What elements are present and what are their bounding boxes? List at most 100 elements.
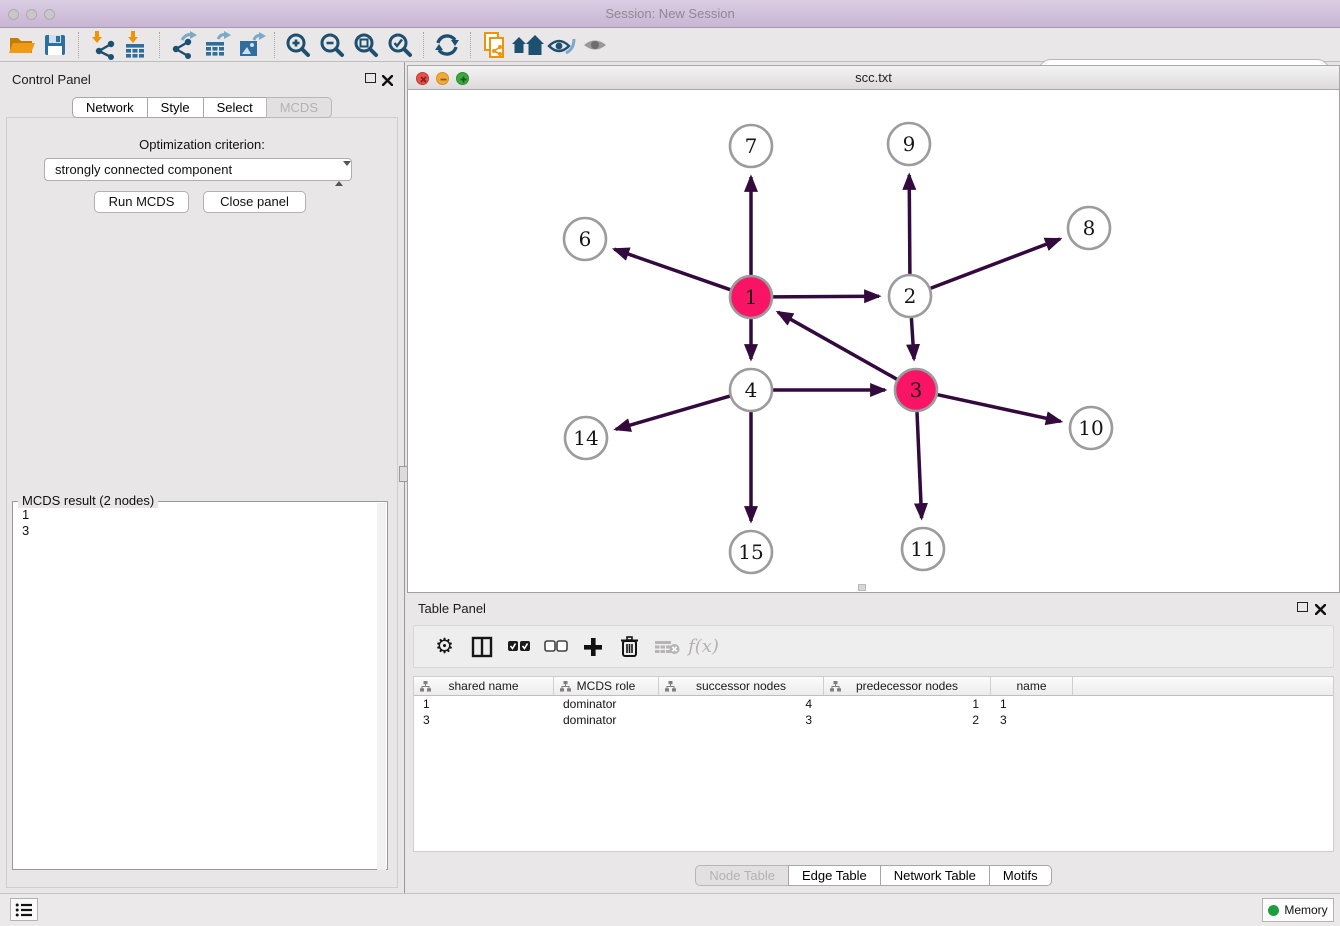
column-header-shared-name[interactable]: shared name bbox=[414, 677, 554, 695]
graph-edge-2-3[interactable] bbox=[911, 318, 914, 359]
graph-edge-2-8[interactable] bbox=[931, 239, 1060, 288]
select-all-button[interactable] bbox=[500, 630, 537, 664]
column-header-successor-nodes[interactable]: successor nodes bbox=[659, 677, 824, 695]
table-cell bbox=[1073, 696, 1333, 712]
tab-motifs[interactable]: Motifs bbox=[989, 865, 1052, 886]
graph-node-4[interactable]: 4 bbox=[730, 369, 772, 411]
graph-node-8[interactable]: 8 bbox=[1068, 207, 1110, 249]
graph-node-3[interactable]: 3 bbox=[895, 369, 937, 411]
table-row[interactable]: 1dominator411 bbox=[414, 696, 1333, 712]
toolbar-separator bbox=[274, 32, 275, 58]
close-table-panel-icon[interactable] bbox=[1315, 602, 1326, 620]
float-table-panel-icon[interactable] bbox=[1297, 602, 1308, 612]
hierarchy-icon bbox=[420, 681, 431, 692]
zoom-fit-button[interactable] bbox=[349, 30, 383, 60]
zoom-out-button[interactable] bbox=[315, 30, 349, 60]
minimize-network-icon[interactable] bbox=[436, 72, 449, 85]
run-mcds-button[interactable]: Run MCDS bbox=[94, 191, 189, 213]
show-all-button[interactable] bbox=[579, 30, 613, 60]
deselect-all-button[interactable] bbox=[537, 630, 574, 664]
column-header-predecessor-nodes[interactable]: predecessor nodes bbox=[824, 677, 991, 695]
graph-edge-1-6[interactable] bbox=[614, 249, 730, 290]
add-row-button[interactable] bbox=[574, 630, 611, 664]
open-session-button[interactable] bbox=[4, 30, 38, 60]
graph-edge-3-10[interactable] bbox=[938, 395, 1061, 422]
zoom-in-button[interactable] bbox=[281, 30, 315, 60]
delete-row-button[interactable] bbox=[611, 630, 648, 664]
tab-select[interactable]: Select bbox=[203, 97, 267, 118]
canvas-splitter-grip[interactable] bbox=[858, 584, 866, 591]
task-history-button[interactable] bbox=[10, 898, 38, 921]
graph-node-10[interactable]: 10 bbox=[1070, 407, 1112, 449]
tab-network-table[interactable]: Network Table bbox=[880, 865, 990, 886]
graph-node-11[interactable]: 11 bbox=[902, 528, 944, 570]
table-settings-button[interactable]: ⚙ bbox=[426, 630, 463, 664]
memory-button[interactable]: Memory bbox=[1262, 898, 1334, 922]
graph-edge-1-2[interactable] bbox=[773, 296, 879, 297]
refresh-button[interactable] bbox=[430, 30, 464, 60]
import-network-button[interactable] bbox=[85, 30, 119, 60]
tab-network[interactable]: Network bbox=[72, 97, 148, 118]
table-row[interactable]: 3dominator323 bbox=[414, 712, 1333, 728]
network-canvas[interactable]: 7 9 6 8 1 2 4 3 14 10 15 11 bbox=[407, 90, 1340, 593]
graph-node-label: 8 bbox=[1083, 216, 1096, 240]
table-cell: 1 bbox=[414, 696, 554, 712]
unchecked-boxes-icon bbox=[544, 640, 568, 653]
graph-edge-4-14[interactable] bbox=[616, 396, 730, 429]
hide-selected-button[interactable] bbox=[545, 30, 579, 60]
plus-icon bbox=[583, 637, 603, 657]
graph-node-6[interactable]: 6 bbox=[564, 218, 606, 260]
import-table-button[interactable] bbox=[119, 30, 153, 60]
graph-edge-3-1[interactable] bbox=[778, 312, 897, 379]
tab-mcds[interactable]: MCDS bbox=[266, 97, 332, 118]
graph-edge-2-9[interactable] bbox=[909, 175, 910, 274]
close-panel-icon[interactable] bbox=[382, 73, 393, 91]
column-header-mcds-role[interactable]: MCDS role bbox=[554, 677, 659, 695]
copy-network-button[interactable] bbox=[477, 30, 511, 60]
zoom-window-icon[interactable] bbox=[44, 9, 55, 20]
zoom-in-icon bbox=[283, 30, 313, 60]
network-titlebar: scc.txt bbox=[407, 65, 1340, 90]
export-table-button[interactable] bbox=[200, 30, 234, 60]
network-graph: 7 9 6 8 1 2 4 3 14 10 15 11 bbox=[408, 90, 1339, 591]
table-body: 1dominator4113dominator323 bbox=[414, 696, 1333, 728]
graph-node-label: 4 bbox=[745, 378, 758, 402]
table-cell: 2 bbox=[824, 712, 991, 728]
table-panel: Table Panel ⚙ bbox=[407, 595, 1340, 893]
graph-node-15[interactable]: 15 bbox=[730, 531, 772, 573]
float-panel-icon[interactable] bbox=[365, 73, 376, 83]
function-icon: f(x) bbox=[688, 636, 719, 657]
zoom-selected-button[interactable] bbox=[383, 30, 417, 60]
close-panel-button[interactable]: Close panel bbox=[203, 191, 306, 213]
export-image-button[interactable] bbox=[234, 30, 268, 60]
graph-node-label: 15 bbox=[738, 540, 763, 564]
table-cell bbox=[1073, 712, 1333, 728]
graph-node-9[interactable]: 9 bbox=[888, 123, 930, 165]
close-window-icon[interactable] bbox=[8, 9, 19, 20]
minimize-window-icon[interactable] bbox=[26, 9, 37, 20]
tab-style[interactable]: Style bbox=[147, 97, 204, 118]
tab-edge-table[interactable]: Edge Table bbox=[788, 865, 881, 886]
zoom-network-icon[interactable] bbox=[456, 72, 469, 85]
graph-node-1[interactable]: 1 bbox=[730, 276, 772, 318]
criterion-select[interactable]: strongly connected component bbox=[44, 158, 352, 181]
function-builder-button[interactable]: f(x) bbox=[685, 630, 722, 664]
column-header-name[interactable]: name bbox=[991, 677, 1073, 695]
graph-node-2[interactable]: 2 bbox=[889, 275, 931, 317]
column-visibility-button[interactable] bbox=[463, 630, 500, 664]
save-session-button[interactable] bbox=[38, 30, 72, 60]
delete-table-button[interactable] bbox=[648, 630, 685, 664]
graph-edge-3-11[interactable] bbox=[917, 412, 922, 518]
memory-status-icon bbox=[1268, 905, 1279, 916]
export-network-button[interactable] bbox=[166, 30, 200, 60]
result-scrollbar[interactable] bbox=[377, 503, 386, 870]
mcds-result-title: MCDS result (2 nodes) bbox=[18, 493, 158, 508]
control-panel-title: Control Panel bbox=[12, 72, 91, 87]
graph-node-14[interactable]: 14 bbox=[565, 417, 607, 459]
graph-node-label: 10 bbox=[1078, 416, 1103, 440]
close-network-icon[interactable] bbox=[416, 72, 429, 85]
home-button[interactable] bbox=[511, 30, 545, 60]
graph-node-7[interactable]: 7 bbox=[730, 125, 772, 167]
export-network-icon bbox=[168, 30, 198, 60]
tab-node-table[interactable]: Node Table bbox=[695, 865, 789, 886]
